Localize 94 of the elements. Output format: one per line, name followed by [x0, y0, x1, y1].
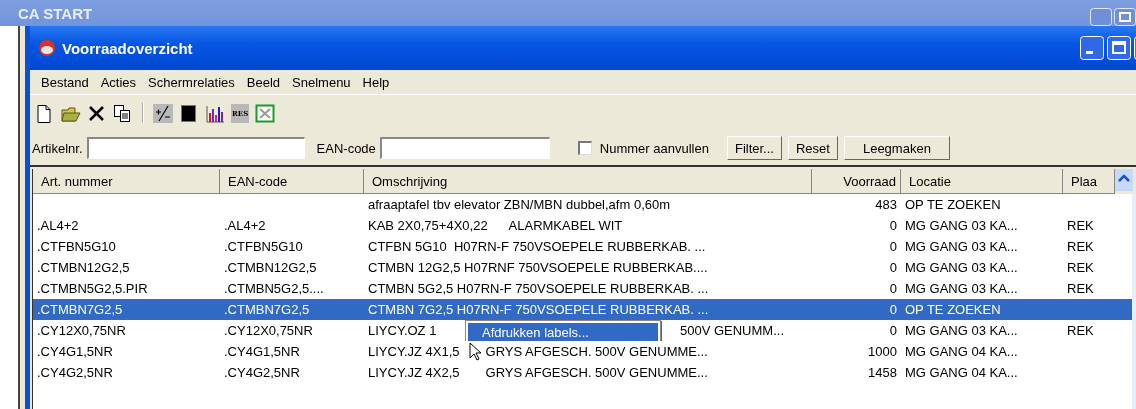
table-cell: MG GANG 03 KA... — [905, 323, 1018, 338]
table-cell: 500V GENUMM... — [679, 323, 784, 338]
menu-item[interactable]: Schermrelaties — [142, 74, 241, 90]
table-cell: CTMBN 7G2,5 H07RN-F 750VSOEPELE RUBBERKAB. ... — [368, 302, 709, 317]
table-cell: 483 — [875, 197, 897, 212]
table-cell: 0 — [889, 323, 897, 338]
table-cell: afraaptafel tbv elevator ZBN/MBN dubbel,afm 0,60m — [368, 197, 671, 212]
table-cell: .CTMBN5G2,5.... — [224, 281, 324, 296]
table-cell: OP TE ZOEKEN — [905, 302, 1001, 317]
table-cell: CTFBN 5G10 H07RN-F 750VSOEPELE RUBBERKAB. ... — [368, 239, 706, 254]
table-cell: 0 — [889, 260, 897, 275]
table-cell: CTMBN 12G2,5 H07RNF 750VSOEPELE RUBBERKAB.... — [368, 260, 708, 275]
input-field[interactable] — [86, 137, 305, 159]
window-title: CA START — [18, 4, 93, 22]
table-row[interactable]: .CTMBN12G2,5 .CTMBN12G2,5 CTMBN 12G2,5 H07RNF 750VSOEPELE RUBBERKAB.... 0 MG GANG 03 KA... REK — [33, 257, 1132, 278]
table-cell: .CTMBN12G2,5 — [37, 260, 130, 275]
table-cell: LIYCY.OZ 1 — [368, 323, 437, 338]
table-cell: LIYCY.JZ 4X1,5 — [368, 344, 460, 359]
table-cell: 0 — [889, 302, 897, 317]
table-cell: REK — [1067, 323, 1094, 338]
plus-minus-icon[interactable] — [153, 103, 173, 123]
column-header[interactable]: Art. nummer — [33, 169, 220, 194]
table-cell: .CTMBN7G2,5 — [37, 302, 123, 317]
table-row[interactable]: .AL4+2 .AL4+2 KAB 2X0,75+4X0,22 ALARMKABEL WIT 0 MG GANG 03 KA... REK — [33, 215, 1132, 236]
table-cell: 0 — [889, 218, 897, 233]
table-row[interactable]: .CY4G2,5NR .CY4G2,5NR LIYCY.JZ 4X2,5 GRYS AFGESCH. 500V GENUMME... 1458 MG GANG 04 KA... — [33, 362, 1132, 383]
column-header[interactable]: Omschrijving — [364, 169, 812, 194]
table-cell: REK — [1067, 281, 1094, 296]
table-cell: .CY4G2,5NR — [224, 365, 300, 380]
table-cell: GRYS AFGESCH. 500V GENUMME... — [485, 365, 708, 380]
menu-item[interactable]: Help — [356, 74, 396, 90]
table-cell: GRYS AFGESCH. 500V GENUMME... — [485, 344, 708, 359]
table-cell: .CTFBN5G10 — [224, 239, 303, 254]
checkbox[interactable] — [577, 141, 592, 155]
table-cell: KAB 2X0,75+4X0,22 ALARMKABEL WIT — [368, 218, 623, 233]
filter-button[interactable]: Leegmaken — [843, 136, 950, 160]
window-title: Voorraadoverzicht — [62, 39, 194, 57]
minimize-icon[interactable] — [1090, 8, 1112, 26]
delete-icon[interactable] — [87, 103, 107, 123]
table-cell: 1458 — [868, 365, 897, 380]
table-cell: .CTMBN12G2,5 — [224, 260, 317, 275]
table-row[interactable]: .CTFBN5G10 .CTFBN5G10 CTFBN 5G10 H07RN-F 750VSOEPELE RUBBERKAB. ... 0 MG GANG 03 KA... REK — [33, 236, 1132, 257]
scroll-up-icon[interactable] — [1115, 169, 1133, 191]
square-icon[interactable] — [179, 103, 199, 123]
column-header[interactable]: EAN-code — [220, 169, 364, 194]
table-cell: .CTFBN5G10 — [37, 239, 116, 254]
table-cell: .CTMBN5G2,5.PIR — [37, 281, 148, 296]
table-cell: MG GANG 03 KA... — [905, 239, 1018, 254]
menu-item[interactable]: Acties — [94, 74, 143, 90]
table-cell: .AL4+2 — [37, 218, 79, 233]
table-row[interactable]: afraaptafel tbv elevator ZBN/MBN dubbel,afm 0,60m 483 OP TE ZOEKEN — [33, 194, 1132, 215]
copy-icon[interactable] — [113, 103, 133, 123]
table-row[interactable]: .CTMBN5G2,5.PIR .CTMBN5G2,5.... CTMBN 5G2,5 H07RN-F 750VSOEPELE RUBBERKAB. ... 0 MG GANG 03 KA... REK — [33, 278, 1132, 299]
table-cell: MG GANG 03 KA... — [905, 218, 1018, 233]
table-cell: OP TE ZOEKEN — [905, 197, 1001, 212]
menu-item[interactable]: Afdrukken labels... — [468, 323, 658, 341]
app-icon — [38, 39, 56, 57]
table-cell: .CTMBN7G2,5 — [224, 302, 310, 317]
table-row[interactable]: .CY12X0,75NR .CY12X0,75NR LIYCY.OZ 1 Afdrukken labels... 500V GENUMM... 0 MG GANG 03 KA... REK — [33, 320, 1132, 341]
table-cell: REK — [1067, 260, 1094, 275]
table-cell: 0 — [889, 281, 897, 296]
table-cell: CTMBN 5G2,5 H07RN-F 750VSOEPELE RUBBERKAB. ... — [368, 281, 709, 296]
filter-button[interactable]: Reset — [787, 136, 838, 160]
bar-chart-icon[interactable] — [205, 103, 225, 123]
table-cell: .CY12X0,75NR — [37, 323, 126, 338]
table-cell: REK — [1067, 218, 1094, 233]
table-cell: .CY12X0,75NR — [224, 323, 313, 338]
table-cell: .CY4G1,5NR — [37, 344, 113, 359]
table-cell: .CY4G2,5NR — [37, 365, 113, 380]
table-cell: 0 — [889, 239, 897, 254]
input-field[interactable] — [379, 137, 550, 159]
menu-item[interactable]: Snelmenu — [286, 74, 357, 90]
checkbox-label: Nummer aanvullen — [599, 140, 709, 156]
menu-item[interactable]: Bestand — [35, 74, 95, 90]
maximize-icon[interactable] — [1114, 8, 1136, 26]
filter-button[interactable]: Filter... — [726, 136, 782, 160]
table-cell: MG GANG 03 KA... — [905, 260, 1018, 275]
mouse-pointer-icon — [469, 342, 481, 361]
column-header[interactable]: Locatie — [901, 169, 1063, 194]
table-cell: .AL4+2 — [224, 218, 266, 233]
table-cell: MG GANG 04 KA... — [905, 344, 1018, 359]
table-row[interactable]: .CTMBN7G2,5 .CTMBN7G2,5 CTMBN 7G2,5 H07RN-F 750VSOEPELE RUBBERKAB. ... 0 OP TE ZOEKEN — [33, 299, 1132, 320]
table-cell: .CY4G1,5NR — [224, 344, 300, 359]
table-cell: 1000 — [868, 344, 897, 359]
menu-item[interactable]: Beeld — [240, 74, 287, 90]
table-cell: MG GANG 03 KA... — [905, 281, 1018, 296]
table-row[interactable]: .CY4G1,5NR .CY4G1,5NR LIYCY.JZ 4X1,5 GRYS AFGESCH. 500V GENUMME... 1000 MG GANG 04 KA... — [33, 341, 1132, 362]
table-cell: REK — [1067, 239, 1094, 254]
field-label: EAN-code — [316, 140, 376, 156]
table-cell: LIYCY.JZ 4X2,5 — [368, 365, 460, 380]
column-header[interactable]: Voorraad — [812, 169, 901, 194]
table-cell: MG GANG 04 KA... — [905, 365, 1018, 380]
field-label: Artikelnr. — [32, 140, 83, 156]
spreadsheet-icon[interactable] — [255, 103, 276, 123]
